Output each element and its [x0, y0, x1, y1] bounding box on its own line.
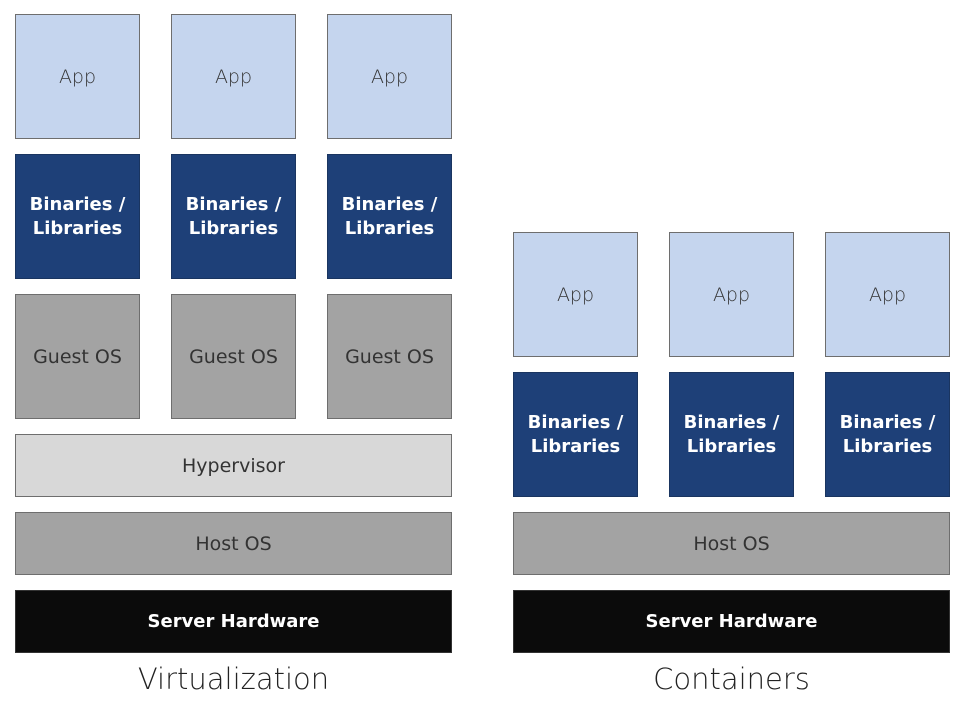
vm-app-3: App: [327, 14, 452, 139]
vm-app-2: App: [171, 14, 296, 139]
ct-app-1: App: [513, 232, 638, 357]
vm-binaries-3: Binaries / Libraries: [327, 154, 452, 279]
vm-binaries-2: Binaries / Libraries: [171, 154, 296, 279]
vm-guest-os-3: Guest OS: [327, 294, 452, 419]
vm-guest-os-2: Guest OS: [171, 294, 296, 419]
virtualization-title: Virtualization: [137, 662, 330, 696]
vm-guest-os-1: Guest OS: [15, 294, 140, 419]
vm-binaries-1: Binaries / Libraries: [15, 154, 140, 279]
vm-server-hardware: Server Hardware: [15, 590, 452, 653]
ct-binaries-3: Binaries / Libraries: [825, 372, 950, 497]
ct-host-os: Host OS: [513, 512, 950, 575]
vm-app-1: App: [15, 14, 140, 139]
ct-app-3: App: [825, 232, 950, 357]
vm-host-os: Host OS: [15, 512, 452, 575]
ct-app-2: App: [669, 232, 794, 357]
ct-server-hardware: Server Hardware: [513, 590, 950, 653]
ct-binaries-2: Binaries / Libraries: [669, 372, 794, 497]
ct-binaries-1: Binaries / Libraries: [513, 372, 638, 497]
vm-hypervisor: Hypervisor: [15, 434, 452, 497]
containers-title: Containers: [653, 662, 810, 696]
